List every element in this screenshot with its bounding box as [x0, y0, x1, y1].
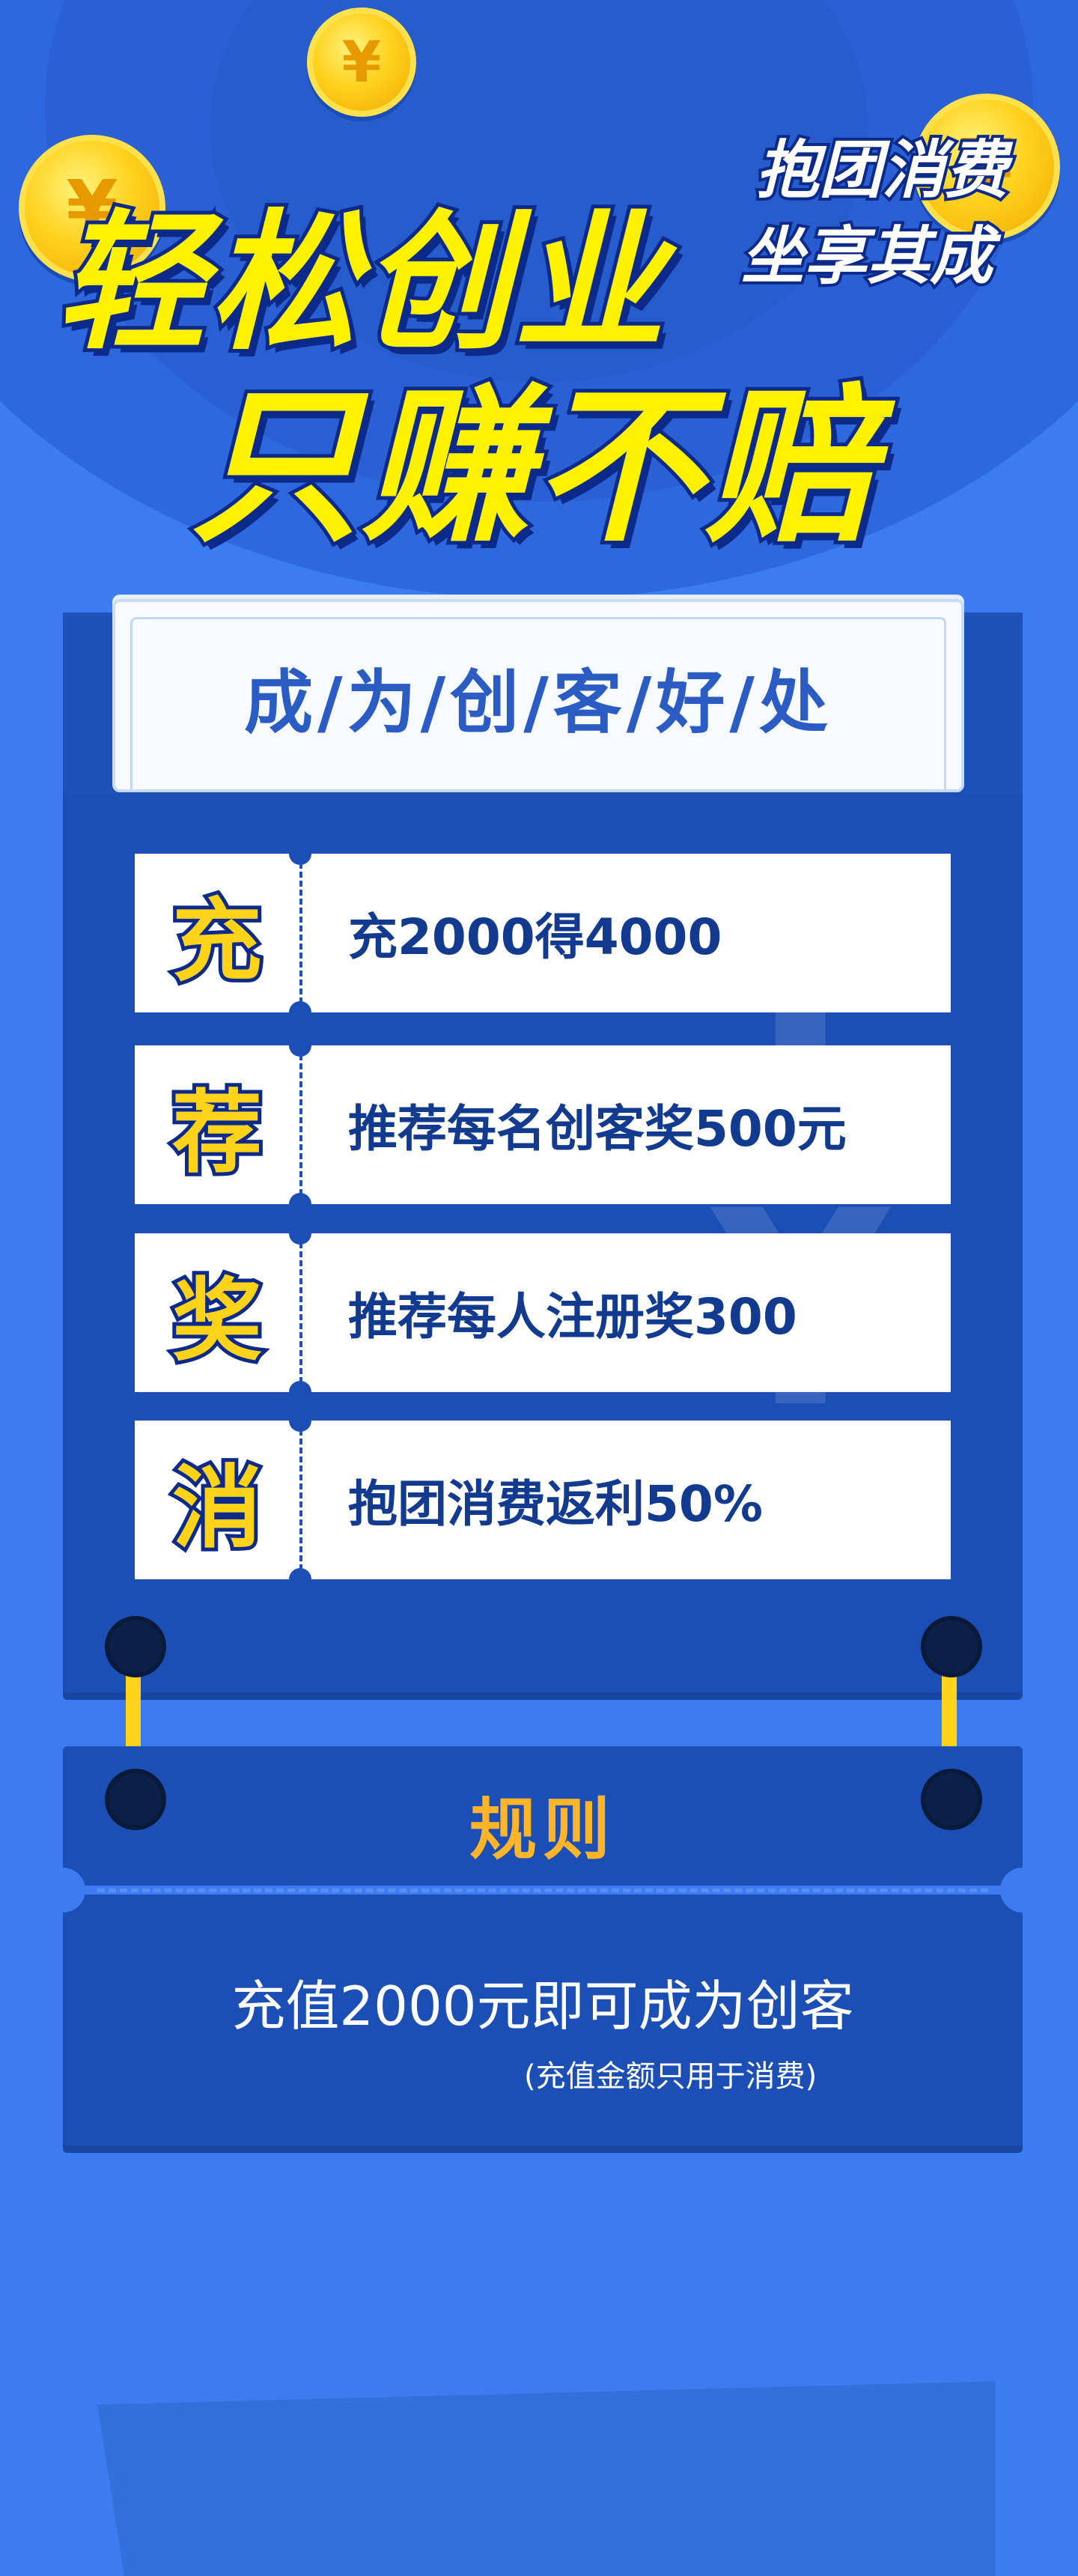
rules-note: (充值金额只用于消费)	[524, 2059, 817, 2094]
rules-title: 规则	[469, 1790, 616, 1869]
benefit-text: 推荐每人注册奖300	[348, 1288, 797, 1346]
benefits-title-banner: 成/为/创/客/好/处	[112, 599, 964, 792]
row-notch	[289, 1381, 311, 1403]
benefit-text: 充2000得4000	[348, 908, 722, 966]
hero-title-line2: 只赚不赔	[187, 365, 877, 569]
benefit-row: 充 充2000得4000	[135, 842, 951, 1024]
benefit-row: 奖 推荐每人注册奖300	[135, 1222, 951, 1403]
benefit-badge: 消	[168, 1453, 266, 1564]
rules-notch	[40, 1868, 85, 1913]
row-notch	[289, 1222, 311, 1245]
hero-subtitle-line1: 抱团消费	[753, 130, 1011, 210]
benefit-badge: 荐	[168, 1078, 266, 1189]
row-notch	[289, 842, 311, 865]
row-divider	[299, 1242, 302, 1383]
benefit-text: 推荐每名创客奖500元	[348, 1100, 847, 1158]
connector-pin	[921, 1616, 982, 1677]
row-notch	[289, 1001, 311, 1024]
row-divider	[299, 1430, 302, 1570]
bottom-decoration	[97, 2381, 996, 2576]
row-divider	[299, 863, 302, 1003]
connector-pin	[105, 1616, 166, 1677]
benefit-row: 消 抱团消费返利50%	[135, 1409, 951, 1591]
coin-icon: ¥	[307, 7, 416, 117]
benefit-badge: 充	[168, 886, 266, 997]
rules-main-text: 充值2000元即可成为创客	[231, 1975, 854, 2038]
row-notch	[289, 1568, 311, 1591]
row-divider	[299, 1054, 302, 1195]
benefit-text: 抱团消费返利50%	[348, 1475, 763, 1533]
benefit-badge: 奖	[168, 1266, 266, 1377]
rules-divider	[97, 1889, 988, 1892]
hero-subtitle-line2: 坐享其成	[738, 216, 996, 296]
row-notch	[289, 1193, 311, 1215]
hero-banner: ¥ ¥ ¥ 轻松创业 只赚不赔 抱团消费 坐享其成	[0, 0, 1078, 599]
row-notch	[289, 1034, 311, 1057]
row-notch	[289, 1409, 311, 1432]
rules-notch	[1000, 1868, 1045, 1913]
benefit-row: 荐 推荐每名创客奖500元	[135, 1034, 951, 1215]
benefits-title: 成/为/创/客/好/处	[243, 662, 832, 743]
